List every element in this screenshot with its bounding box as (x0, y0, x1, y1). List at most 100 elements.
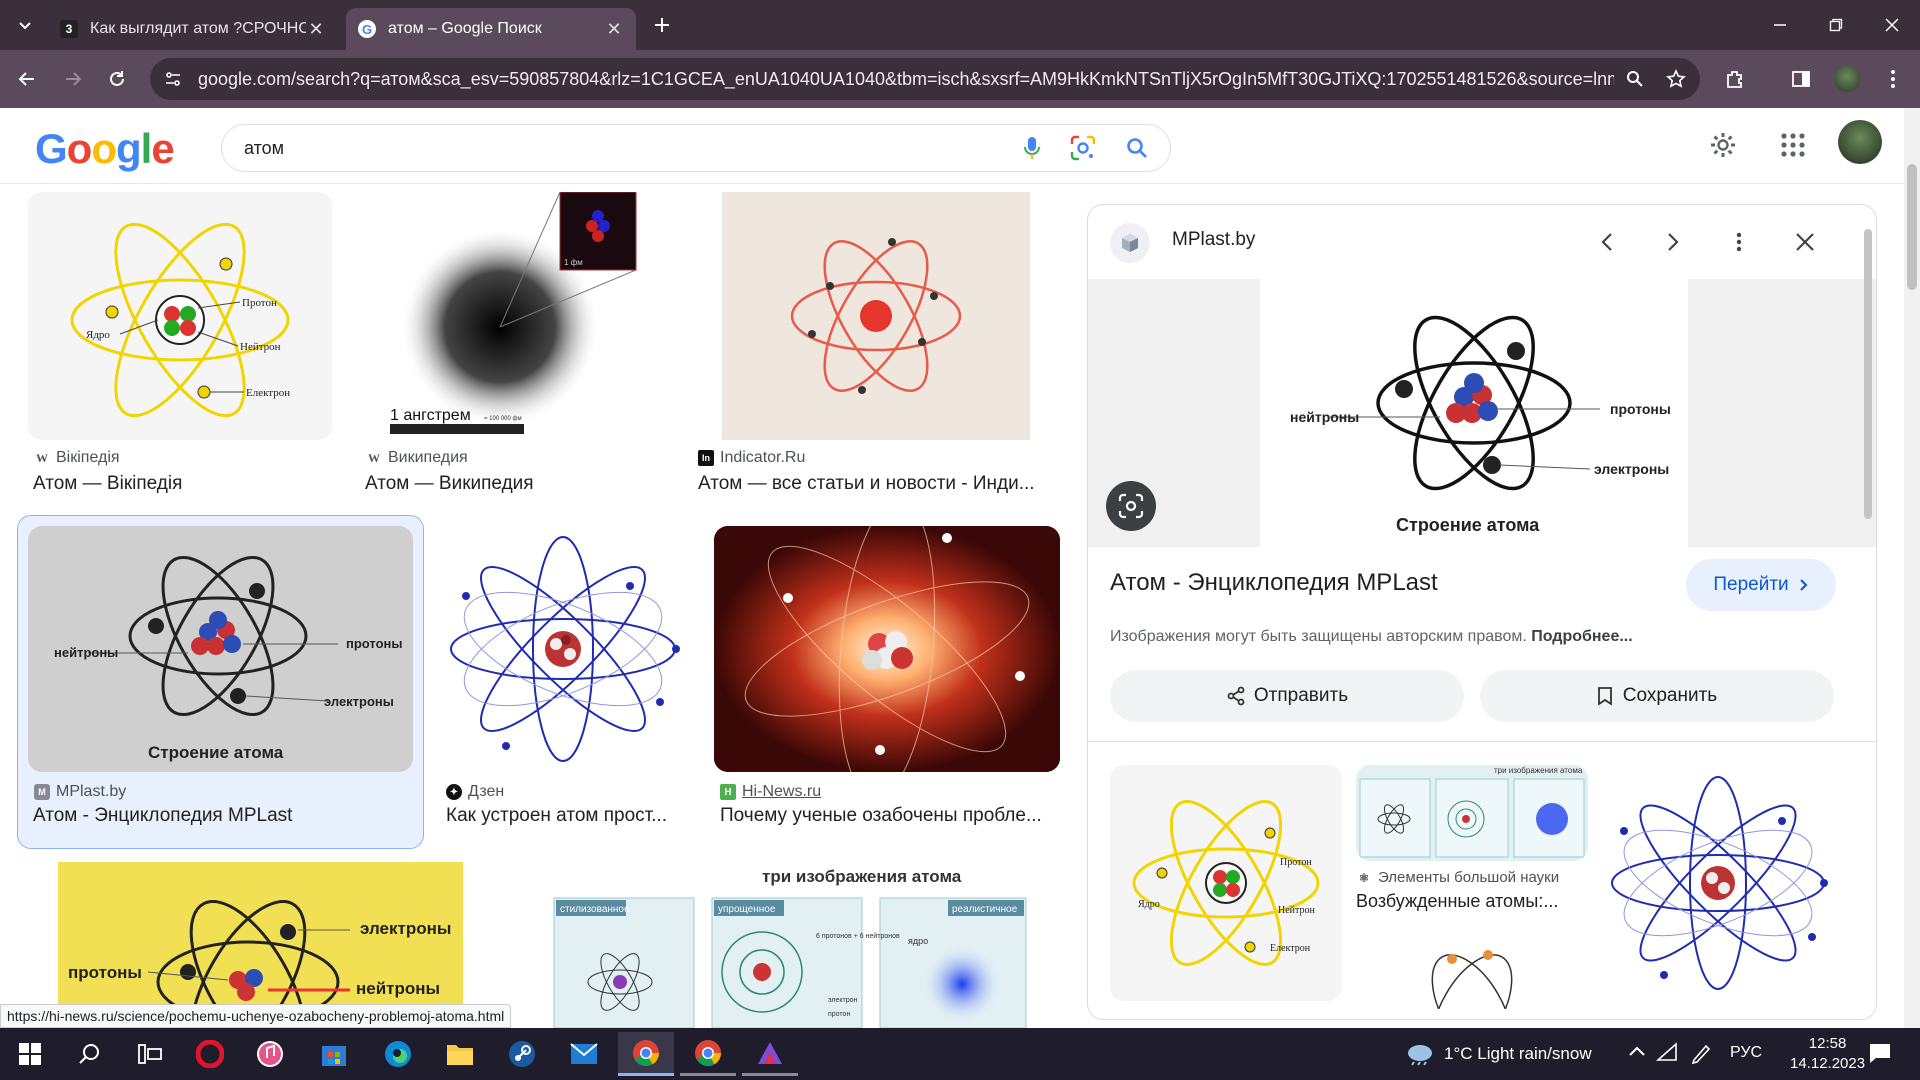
chrome-profile-app[interactable] (680, 1032, 736, 1076)
result-source[interactable]: W Вікіпедія (34, 449, 120, 467)
vpn-app[interactable] (742, 1032, 798, 1076)
result-source[interactable]: In Indicator.Ru (698, 449, 805, 467)
weather-widget[interactable]: 1°C Light rain/snow (1404, 1042, 1592, 1066)
panel-scrollbar[interactable] (1864, 213, 1872, 1013)
extensions-button[interactable] (1718, 62, 1752, 96)
related-image[interactable]: три изображения атома (1356, 765, 1588, 861)
result-source[interactable]: W Википедия (366, 449, 468, 467)
result-title[interactable]: Почему ученые озабочены пробле... (720, 805, 1060, 827)
search-box[interactable]: атом (221, 124, 1171, 172)
result-image[interactable]: Протон Нейтрон Ядро Електрон (28, 192, 332, 440)
account-avatar[interactable] (1838, 120, 1882, 164)
minimize-button[interactable] (1752, 0, 1808, 50)
edge-app[interactable] (370, 1032, 426, 1076)
show-hidden-icons-button[interactable] (1628, 1042, 1646, 1060)
mail-app[interactable] (556, 1032, 612, 1076)
result-image[interactable]: три изображения атома стилизованное упро… (552, 862, 1030, 1028)
result-source[interactable]: M MPlast.by (34, 783, 126, 801)
result-title[interactable]: Атом — Вікіпедія (33, 473, 333, 495)
apps-button[interactable] (1776, 128, 1810, 162)
result-image[interactable]: 1 фм 1 ангстрем = 100 000 фм (360, 192, 666, 440)
tab-close-icon[interactable]: ✕ (604, 19, 624, 40)
side-panel-button[interactable] (1784, 62, 1818, 96)
result-image[interactable] (714, 526, 1060, 772)
search-input[interactable]: атом (244, 138, 1024, 159)
search-icon[interactable] (1126, 137, 1148, 159)
close-window-button[interactable] (1864, 0, 1920, 50)
related-source[interactable]: ⚛ Элементы большой науки (1356, 869, 1560, 886)
pen-icon[interactable] (1690, 1042, 1712, 1064)
start-button[interactable] (2, 1032, 58, 1076)
reload-button[interactable] (100, 62, 134, 96)
result-title[interactable]: Атом — Википедия (365, 473, 665, 495)
file-explorer-app[interactable] (432, 1032, 488, 1076)
more-info-link[interactable]: Подробнее... (1531, 628, 1632, 645)
indicator-icon: In (698, 450, 714, 466)
notifications-button[interactable] (1868, 1042, 1892, 1064)
status-url: https://hi-news.ru/science/pochemu-uchen… (0, 1004, 512, 1028)
windows-logo-icon (19, 1043, 41, 1065)
panel-title[interactable]: Атом - Энциклопедия MPLast (1110, 569, 1438, 597)
figure-title: три изображения атома (762, 867, 962, 886)
tab-active[interactable]: G атом – Google Поиск ✕ (346, 8, 636, 50)
share-button[interactable]: Отправить (1110, 670, 1464, 722)
panel-more-button[interactable] (1722, 225, 1756, 259)
result-source[interactable]: ✦ Дзен (446, 783, 504, 801)
tab-search-button[interactable] (8, 8, 42, 42)
zoom-icon[interactable] (1626, 70, 1644, 88)
steam-app[interactable] (494, 1032, 550, 1076)
related-image[interactable] (1602, 765, 1834, 1001)
result-image[interactable]: нейтроны протоны электроны Строение атом… (28, 526, 413, 772)
settings-button[interactable] (1706, 128, 1740, 162)
tab-inactive[interactable]: 3 Как выглядит атом ?СРОЧНОС ✕ (48, 8, 338, 50)
itunes-app[interactable] (242, 1032, 298, 1076)
forward-button[interactable] (56, 62, 90, 96)
google-favicon-icon: G (358, 20, 376, 38)
result-image[interactable] (440, 526, 686, 772)
opera-app[interactable] (182, 1032, 238, 1076)
result-title[interactable]: Атом — все статьи и новости - Инди... (698, 473, 1048, 495)
result-title[interactable]: Как устроен атом прост... (446, 805, 686, 827)
task-view-button[interactable] (122, 1032, 178, 1076)
panel-close-button[interactable] (1788, 225, 1822, 259)
clock[interactable]: 12:58 14.12.2023 (1790, 1034, 1865, 1074)
restore-button[interactable] (1808, 0, 1864, 50)
result-title[interactable]: Атом - Энциклопедия MPLast (33, 805, 413, 827)
lens-search-button[interactable] (1106, 481, 1156, 531)
source-name: Indicator.Ru (720, 449, 806, 466)
result-source[interactable]: H Hi-News.ru (720, 783, 821, 801)
three-atom-images: три изображения атома стилизованное упро… (553, 867, 1027, 1028)
taskbar-search-button[interactable] (62, 1032, 118, 1076)
address-bar[interactable]: google.com/search?q=атом&sca_esv=5908578… (150, 58, 1700, 100)
microphone-icon[interactable] (1024, 136, 1040, 160)
back-button[interactable] (10, 62, 44, 96)
tab-close-icon[interactable]: ✕ (306, 19, 326, 40)
profile-avatar[interactable] (1830, 62, 1864, 96)
panel-scroll-thumb[interactable] (1864, 229, 1872, 519)
related-title[interactable]: Возбужденные атомы:... (1356, 891, 1588, 912)
save-button[interactable]: Сохранить (1480, 670, 1834, 722)
store-app[interactable] (306, 1032, 362, 1076)
neutrons-label: нейтроны (54, 645, 118, 660)
bookmark-star-icon[interactable] (1666, 69, 1686, 89)
preview-image[interactable]: нейтроны протоны электроны Строение атом… (1260, 279, 1688, 547)
language-indicator[interactable]: РУС (1730, 1044, 1762, 1062)
browser-menu-button[interactable] (1876, 62, 1910, 96)
next-image-button[interactable] (1656, 225, 1690, 259)
panel-site-name[interactable]: MPlast.by (1172, 229, 1255, 251)
visit-button[interactable]: Перейти (1686, 559, 1836, 611)
result-image[interactable] (722, 192, 1030, 440)
lens-icon[interactable] (1070, 135, 1096, 161)
chrome-app-active[interactable] (618, 1032, 674, 1076)
new-tab-button[interactable] (645, 8, 679, 42)
related-image[interactable]: Протон Нейтрон Ядро Електрон (1110, 765, 1342, 1001)
previous-image-button[interactable] (1590, 225, 1624, 259)
bookmark-icon (1597, 687, 1612, 706)
page-scrollbar[interactable] (1904, 108, 1920, 1028)
page-scroll-thumb[interactable] (1907, 164, 1917, 290)
hi-news-icon: H (720, 784, 736, 800)
network-icon[interactable] (1656, 1042, 1678, 1062)
related-image[interactable] (1356, 929, 1588, 1009)
google-logo[interactable]: Google (35, 125, 175, 173)
protons-label: протоны (346, 636, 403, 651)
